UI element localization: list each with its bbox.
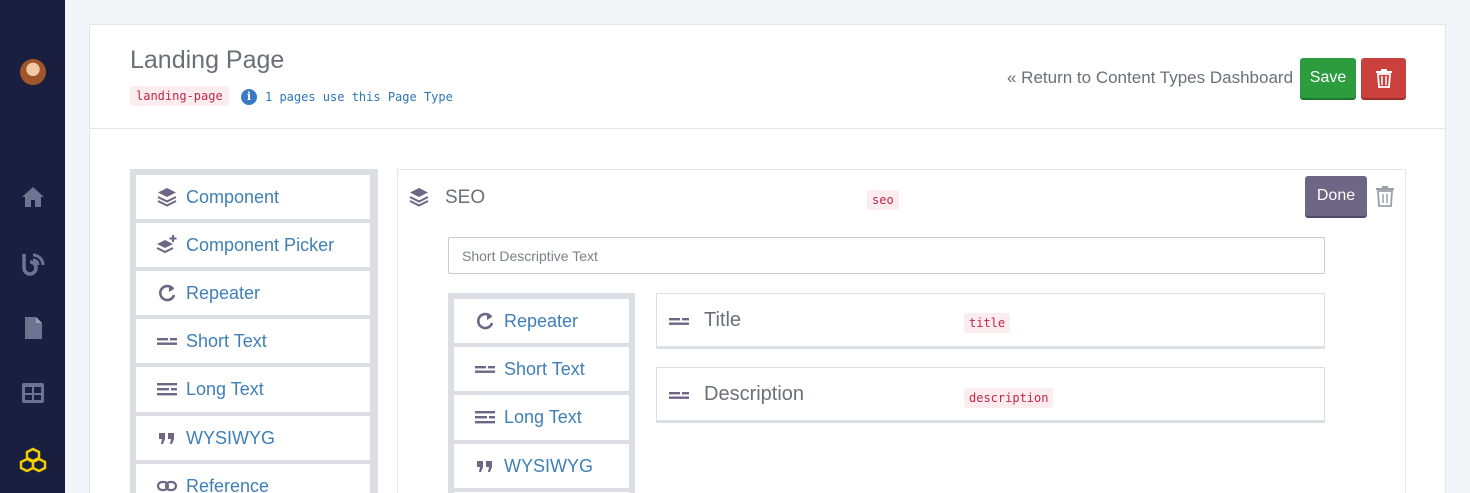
field-key-badge: title — [964, 313, 1011, 333]
sidebar — [0, 0, 65, 493]
palette-item-long-text[interactable]: Long Text — [454, 395, 629, 440]
palette-item-repeater[interactable]: Repeater — [136, 271, 370, 315]
palette-item-reference[interactable]: Reference — [136, 464, 370, 493]
field-card-description[interactable]: Description description — [656, 367, 1325, 421]
field-palette: Component Component Picker Repeater Shor… — [130, 169, 378, 493]
palette-item-label: Short Text — [186, 330, 267, 351]
palette-item-label: WYSIWYG — [186, 427, 275, 448]
quote-icon — [156, 427, 178, 449]
cubes-icon[interactable] — [19, 446, 47, 474]
palette-item-label: Reference — [186, 475, 270, 493]
trash-icon[interactable] — [1375, 185, 1395, 207]
palette-item-short-text[interactable]: Short Text — [136, 319, 370, 363]
slug-badge: landing-page — [130, 86, 229, 106]
field-name: Description — [704, 383, 805, 405]
field-key-badge: description — [964, 388, 1054, 408]
palette-item-component-picker[interactable]: Component Picker — [136, 223, 370, 267]
quote-icon — [474, 455, 496, 477]
palette-item-label: Repeater — [504, 310, 579, 331]
palette-item-label: Component Picker — [186, 234, 335, 255]
repeat-icon — [474, 310, 496, 332]
field-card-title[interactable]: Title title — [656, 293, 1325, 347]
layout-icon[interactable] — [19, 379, 47, 407]
short-text-icon — [156, 330, 178, 352]
trash-icon — [1375, 69, 1392, 88]
field-name: Title — [704, 309, 742, 331]
palette-item-wysiwyg[interactable]: WYSIWYG — [136, 416, 370, 460]
short-text-icon — [474, 358, 496, 380]
layers-icon — [408, 186, 430, 208]
palette-item-long-text[interactable]: Long Text — [136, 367, 370, 412]
layers-icon — [156, 186, 178, 208]
long-text-icon — [474, 407, 496, 429]
component-key-badge: seo — [867, 190, 899, 210]
palette-item-label: Short Text — [504, 358, 585, 379]
palette-item-short-text[interactable]: Short Text — [454, 347, 629, 391]
layers-plus-icon — [156, 234, 178, 256]
usage-text: 1 pages use this Page Type — [265, 90, 453, 104]
short-text-icon — [668, 384, 690, 406]
page-title: Landing Page — [130, 46, 285, 74]
content-type-editor: Landing Page landing-page i 1 pages use … — [89, 24, 1446, 493]
palette-item-component[interactable]: Component — [136, 175, 370, 219]
user-avatar[interactable] — [20, 59, 46, 85]
short-text-icon — [668, 310, 690, 332]
palette-item-label: WYSIWYG — [504, 455, 593, 476]
nested-field-palette: Repeater Short Text Long Text WYSIWYG — [448, 293, 635, 493]
return-to-dashboard-link[interactable]: « Return to Content Types Dashboard — [1007, 68, 1293, 88]
done-button[interactable]: Done — [1305, 176, 1367, 216]
repeat-icon — [156, 282, 178, 304]
link-icon — [156, 475, 178, 493]
palette-item-label: Component — [186, 186, 280, 207]
editor-header: Landing Page landing-page i 1 pages use … — [90, 25, 1445, 129]
save-button[interactable]: Save — [1300, 58, 1356, 98]
info-icon: i — [241, 89, 257, 105]
description-input[interactable] — [448, 237, 1325, 274]
palette-item-repeater[interactable]: Repeater — [454, 299, 629, 343]
palette-item-label: Repeater — [186, 282, 261, 303]
component-title: SEO — [445, 187, 486, 208]
home-icon[interactable] — [19, 183, 47, 211]
palette-item-wysiwyg[interactable]: WYSIWYG — [454, 444, 629, 488]
component-editor-seo: SEO seo Done Repeater Short Text Long Te… — [397, 169, 1406, 493]
palette-item-label: Long Text — [186, 379, 264, 399]
blog-icon[interactable] — [19, 250, 47, 278]
long-text-icon — [156, 379, 178, 401]
page-icon[interactable] — [19, 314, 47, 342]
palette-item-label: Long Text — [504, 407, 582, 427]
delete-button[interactable] — [1361, 58, 1406, 98]
